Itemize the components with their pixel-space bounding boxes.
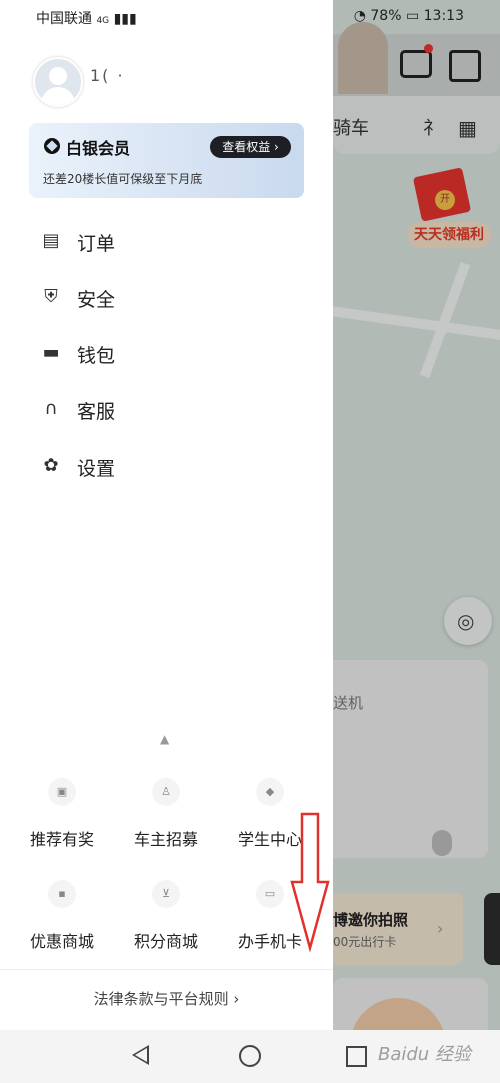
legal-terms-link[interactable]: 法律条款与平台规则 › (0, 988, 333, 1009)
diamond-icon (44, 138, 60, 154)
menu-item-security[interactable]: ⛨ 安全 (40, 277, 300, 317)
grid-label: 积分商城 (133, 932, 198, 951)
home-icon[interactable] (239, 1045, 261, 1067)
recent-apps-icon[interactable] (346, 1046, 367, 1067)
dim-overlay[interactable] (333, 0, 500, 1083)
shop-icon: ▪ (48, 880, 76, 908)
wallet-icon: ▬ (42, 342, 60, 363)
back-icon[interactable] (132, 1045, 149, 1065)
status-right: ◔ 78% ▭ 13:13 (353, 8, 464, 24)
gift-icon: ▣ (48, 778, 76, 806)
grid-item-discount-mall[interactable]: ▪ 优惠商城 (12, 880, 112, 951)
side-drawer: 1( · 白银会员 还差20楼长值可保级至下月底 查看权益 › ▤ 订单 ⛨ 安… (0, 0, 333, 1030)
cart-icon: ⊻ (152, 880, 180, 908)
membership-subtitle: 还差20楼长值可保级至下月底 (43, 172, 203, 186)
driver-icon: ♙ (152, 778, 180, 806)
menu-item-wallet[interactable]: ▬ 钱包 (40, 333, 300, 373)
menu-label: 钱包 (77, 345, 116, 367)
membership-title: 白银会员 (66, 139, 131, 158)
user-name[interactable]: 1( · (90, 66, 125, 85)
grid-label: 车主招募 (133, 830, 198, 849)
view-benefits-button[interactable]: 查看权益 › (210, 136, 291, 158)
menu-item-orders[interactable]: ▤ 订单 (40, 221, 300, 261)
shield-icon: ⛨ (44, 286, 58, 307)
grid-item-driver-recruit[interactable]: ♙ 车主招募 (116, 778, 216, 849)
menu-label: 安全 (77, 289, 116, 311)
grid-item-points-mall[interactable]: ⊻ 积分商城 (116, 880, 216, 951)
grid-item-referral[interactable]: ▣ 推荐有奖 (12, 778, 112, 849)
collapse-caret-icon[interactable]: ▲ (160, 732, 169, 746)
menu-label: 设置 (77, 458, 116, 480)
sim-card-icon: ▭ (256, 880, 284, 908)
watermark: Baidu 经验 (378, 1044, 471, 1065)
headset-icon: ∩ (44, 398, 58, 419)
status-bar: 中国联通 4G ▮▮▮ ◔ 78% ▭ 13:13 (0, 0, 500, 34)
menu-label: 客服 (77, 401, 116, 423)
annotation-arrow-icon (290, 812, 330, 952)
menu-label: 订单 (77, 233, 116, 255)
avatar[interactable] (33, 57, 83, 107)
carrier-label: 中国联通 4G ▮▮▮ (36, 11, 137, 27)
grid-label: 优惠商城 (29, 932, 94, 951)
membership-card[interactable]: 白银会员 还差20楼长值可保级至下月底 查看权益 › (29, 123, 304, 198)
order-icon: ▤ (42, 230, 60, 251)
divider (0, 969, 333, 970)
student-cap-icon: ◆ (256, 778, 284, 806)
settings-icon: ✿ (43, 455, 59, 476)
menu-item-customer-service[interactable]: ∩ 客服 (40, 389, 300, 429)
grid-label: 推荐有奖 (29, 830, 94, 849)
menu-item-settings[interactable]: ✿ 设置 (40, 446, 300, 486)
